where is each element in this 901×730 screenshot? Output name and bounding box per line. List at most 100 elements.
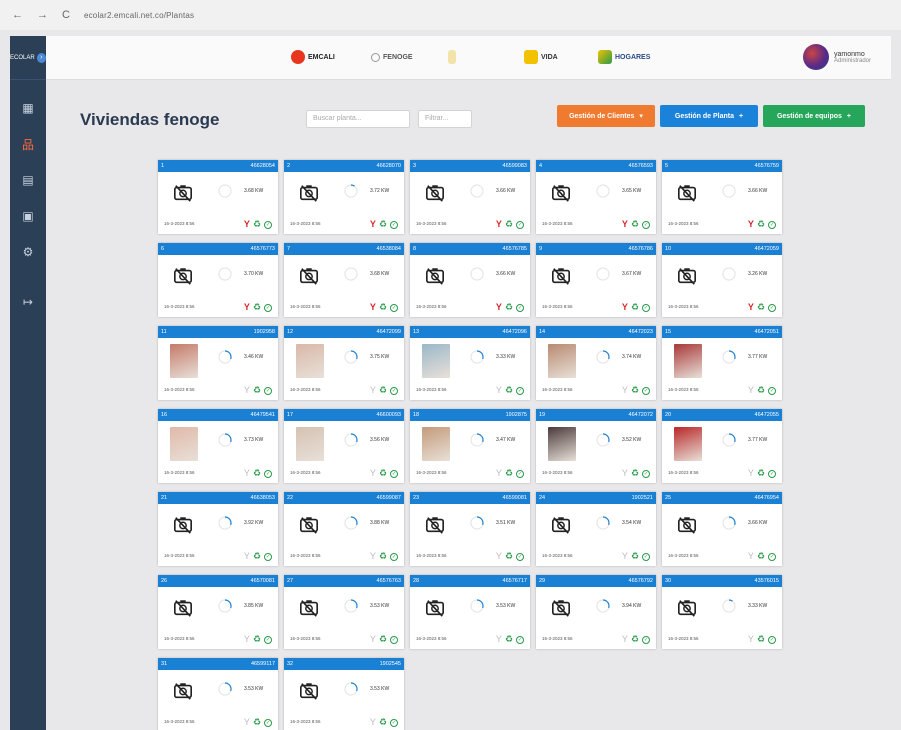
- plant-card[interactable]: 27 46576763 3.53 KW 16-3-2023 8:56 Y ♻ ✓: [284, 575, 404, 649]
- plant-card[interactable]: 10 46472059 3.26 KW 16-3-2023 8:56 Y ♻ ✓: [662, 243, 782, 317]
- manage-clients-button[interactable]: Gestión de Clientes ▾: [557, 105, 655, 127]
- plant-card[interactable]: 22 46599087 3.88 KW 16-3-2023 8:56 Y ♻ ✓: [284, 492, 404, 566]
- antenna-icon: Y: [369, 551, 376, 561]
- brand-label: ECOLAR: [10, 54, 35, 61]
- plant-card[interactable]: 15 46472051 3.77 KW 16-3-2023 8:56 Y ♻ ✓: [662, 326, 782, 400]
- plant-card[interactable]: 8 46576785 3.66 KW 16-3-2023 8:56 Y ♻ ✓: [410, 243, 530, 317]
- network-icon[interactable]: 品: [10, 126, 46, 162]
- card-id: 46472051: [754, 329, 779, 335]
- power-gauge: [722, 350, 736, 364]
- antenna-icon: Y: [243, 551, 250, 561]
- plant-card[interactable]: 5 46576759 3.66 KW 16-3-2023 8:56 Y ♻ ✓: [662, 160, 782, 234]
- card-date: 16-3-2023 8:56: [668, 304, 699, 309]
- card-body: 3.53 KW 16-3-2023 8:56 Y ♻ ✓: [284, 670, 404, 730]
- antenna-icon: Y: [243, 468, 250, 478]
- plant-card[interactable]: 1 46628054 3.68 KW 16-3-2023 8:56 Y ♻ ✓: [158, 160, 278, 234]
- search-input[interactable]: Buscar planta...: [306, 110, 410, 128]
- plant-card[interactable]: 17 46600093 3.56 KW 16-3-2023 8:56 Y ♻ ✓: [284, 409, 404, 483]
- plant-card[interactable]: 28 46576717 3.53 KW 16-3-2023 8:56 Y ♻ ✓: [410, 575, 530, 649]
- settings-icon[interactable]: ⚙: [10, 234, 46, 270]
- status-icons: Y ♻ ✓: [748, 635, 776, 644]
- card-header: 1 46628054: [158, 160, 278, 172]
- plant-card[interactable]: 25 46476954 3.66 KW 16-3-2023 8:56 Y ♻ ✓: [662, 492, 782, 566]
- plant-card[interactable]: 31 46599117 3.53 KW 16-3-2023 8:56 Y ♻ ✓: [158, 658, 278, 730]
- plant-card[interactable]: 4 46576593 3.65 KW 16-3-2023 8:56 Y ♻ ✓: [536, 160, 656, 234]
- plant-card[interactable]: 23 46599081 3.51 KW 16-3-2023 8:56 Y ♻ ✓: [410, 492, 530, 566]
- power-gauge: [344, 516, 358, 530]
- plant-card[interactable]: 20 46472055 3.77 KW 16-3-2023 8:56 Y ♻ ✓: [662, 409, 782, 483]
- leaf-icon: ♻: [378, 717, 387, 727]
- power-gauge: [722, 599, 736, 613]
- plant-card[interactable]: 26 46570081 3.85 KW 16-3-2023 8:56 Y ♻ ✓: [158, 575, 278, 649]
- leaf-icon: ♻: [252, 717, 261, 727]
- grid-icon[interactable]: ▦: [10, 90, 46, 126]
- card-date: 16-3-2023 8:56: [668, 553, 699, 558]
- antenna-icon: Y: [243, 634, 250, 644]
- status-icons: Y ♻ ✓: [748, 220, 776, 229]
- card-id: 46600093: [376, 412, 401, 418]
- power-gauge: [470, 516, 484, 530]
- plant-card[interactable]: 16 46479541 3.73 KW 16-3-2023 8:56 Y ♻ ✓: [158, 409, 278, 483]
- dashboard-icon[interactable]: ▤: [10, 162, 46, 198]
- manage-plants-button[interactable]: Gestión de Planta +: [660, 105, 758, 127]
- antenna-icon: Y: [747, 634, 754, 644]
- plant-card[interactable]: 9 46576786 3.67 KW 16-3-2023 8:56 Y ♻ ✓: [536, 243, 656, 317]
- check-circle-icon: ✓: [516, 635, 524, 644]
- status-icons: Y ♻ ✓: [496, 469, 524, 478]
- back-icon[interactable]: ←: [12, 9, 23, 21]
- plant-card[interactable]: 29 46576792 3.94 KW 16-3-2023 8:56 Y ♻ ✓: [536, 575, 656, 649]
- plant-card[interactable]: 18 1902875 3.47 KW 16-3-2023 8:56 Y ♻ ✓: [410, 409, 530, 483]
- logout-icon[interactable]: ↦: [10, 284, 46, 320]
- manage-teams-button[interactable]: Gestión de equipos +: [763, 105, 865, 127]
- status-icons: Y ♻ ✓: [622, 469, 650, 478]
- plant-card[interactable]: 13 46472096 3.33 KW 16-3-2023 8:56 Y ♻ ✓: [410, 326, 530, 400]
- plant-card[interactable]: 32 1902545 3.53 KW 16-3-2023 8:56 Y ♻ ✓: [284, 658, 404, 730]
- card-number: 31: [161, 661, 168, 667]
- card-header: 11 1902958: [158, 326, 278, 338]
- camera-off-icon: [298, 182, 320, 204]
- plant-card[interactable]: 3 46599083 3.66 KW 16-3-2023 8:56 Y ♻ ✓: [410, 160, 530, 234]
- camera-off-icon: [676, 182, 698, 204]
- user-menu[interactable]: yamonmo Administrador: [802, 44, 871, 70]
- building-icon[interactable]: ▣: [10, 198, 46, 234]
- status-icons: Y ♻ ✓: [622, 635, 650, 644]
- alert-antenna-icon: Y: [495, 302, 502, 312]
- card-header: 27 46576763: [284, 575, 404, 587]
- plant-card[interactable]: 2 46628070 3.72 KW 16-3-2023 8:56 Y ♻ ✓: [284, 160, 404, 234]
- card-date: 16-3-2023 8:56: [416, 304, 447, 309]
- sidebar-toggle-icon[interactable]: ›: [36, 52, 46, 63]
- plant-card[interactable]: 12 46472099 3.75 KW 16-3-2023 8:56 Y ♻ ✓: [284, 326, 404, 400]
- check-circle-icon: ✓: [264, 386, 272, 395]
- plant-card[interactable]: 6 46576773 3.70 KW 16-3-2023 8:56 Y ♻ ✓: [158, 243, 278, 317]
- power-value: 3.53 KW: [244, 686, 264, 692]
- address-bar[interactable]: ecolar2.emcali.net.co/Plantas: [84, 11, 194, 20]
- card-number: 17: [287, 412, 294, 418]
- card-header: 25 46476954: [662, 492, 782, 504]
- plant-card[interactable]: 14 46472023 3.74 KW 16-3-2023 8:56 Y ♻ ✓: [536, 326, 656, 400]
- card-body: 3.66 KW 16-3-2023 8:56 Y ♻ ✓: [410, 255, 530, 317]
- plant-card[interactable]: 19 46472072 3.52 KW 16-3-2023 8:56 Y ♻ ✓: [536, 409, 656, 483]
- plant-card[interactable]: 30 43576015 3.33 KW 16-3-2023 8:56 Y ♻ ✓: [662, 575, 782, 649]
- plant-card[interactable]: 11 1902958 3.46 KW 16-3-2023 8:56 Y ♻ ✓: [158, 326, 278, 400]
- card-header: 4 46576593: [536, 160, 656, 172]
- check-circle-icon: ✓: [264, 635, 272, 644]
- filter-input[interactable]: Filtrar...: [418, 110, 472, 128]
- camera-off-icon: [172, 680, 194, 702]
- avatar[interactable]: [802, 44, 829, 70]
- camera-off-icon: [172, 265, 194, 287]
- card-number: 32: [287, 661, 294, 667]
- camera-off-icon: [172, 597, 194, 619]
- card-header: 5 46576759: [662, 160, 782, 172]
- plant-card[interactable]: 24 1902521 3.54 KW 16-3-2023 8:56 Y ♻ ✓: [536, 492, 656, 566]
- card-number: 20: [665, 412, 672, 418]
- forward-icon[interactable]: →: [37, 9, 48, 21]
- power-value: 3.46 KW: [244, 354, 264, 360]
- plant-card[interactable]: 7 46538084 3.68 KW 16-3-2023 8:56 Y ♻ ✓: [284, 243, 404, 317]
- plant-card[interactable]: 21 46638053 3.92 KW 16-3-2023 8:56 Y ♻ ✓: [158, 492, 278, 566]
- reload-icon[interactable]: C: [62, 9, 70, 21]
- card-number: 11: [161, 329, 167, 335]
- card-number: 29: [539, 578, 546, 584]
- card-id: 46472023: [628, 329, 653, 335]
- card-number: 9: [539, 246, 543, 252]
- card-number: 22: [287, 495, 294, 501]
